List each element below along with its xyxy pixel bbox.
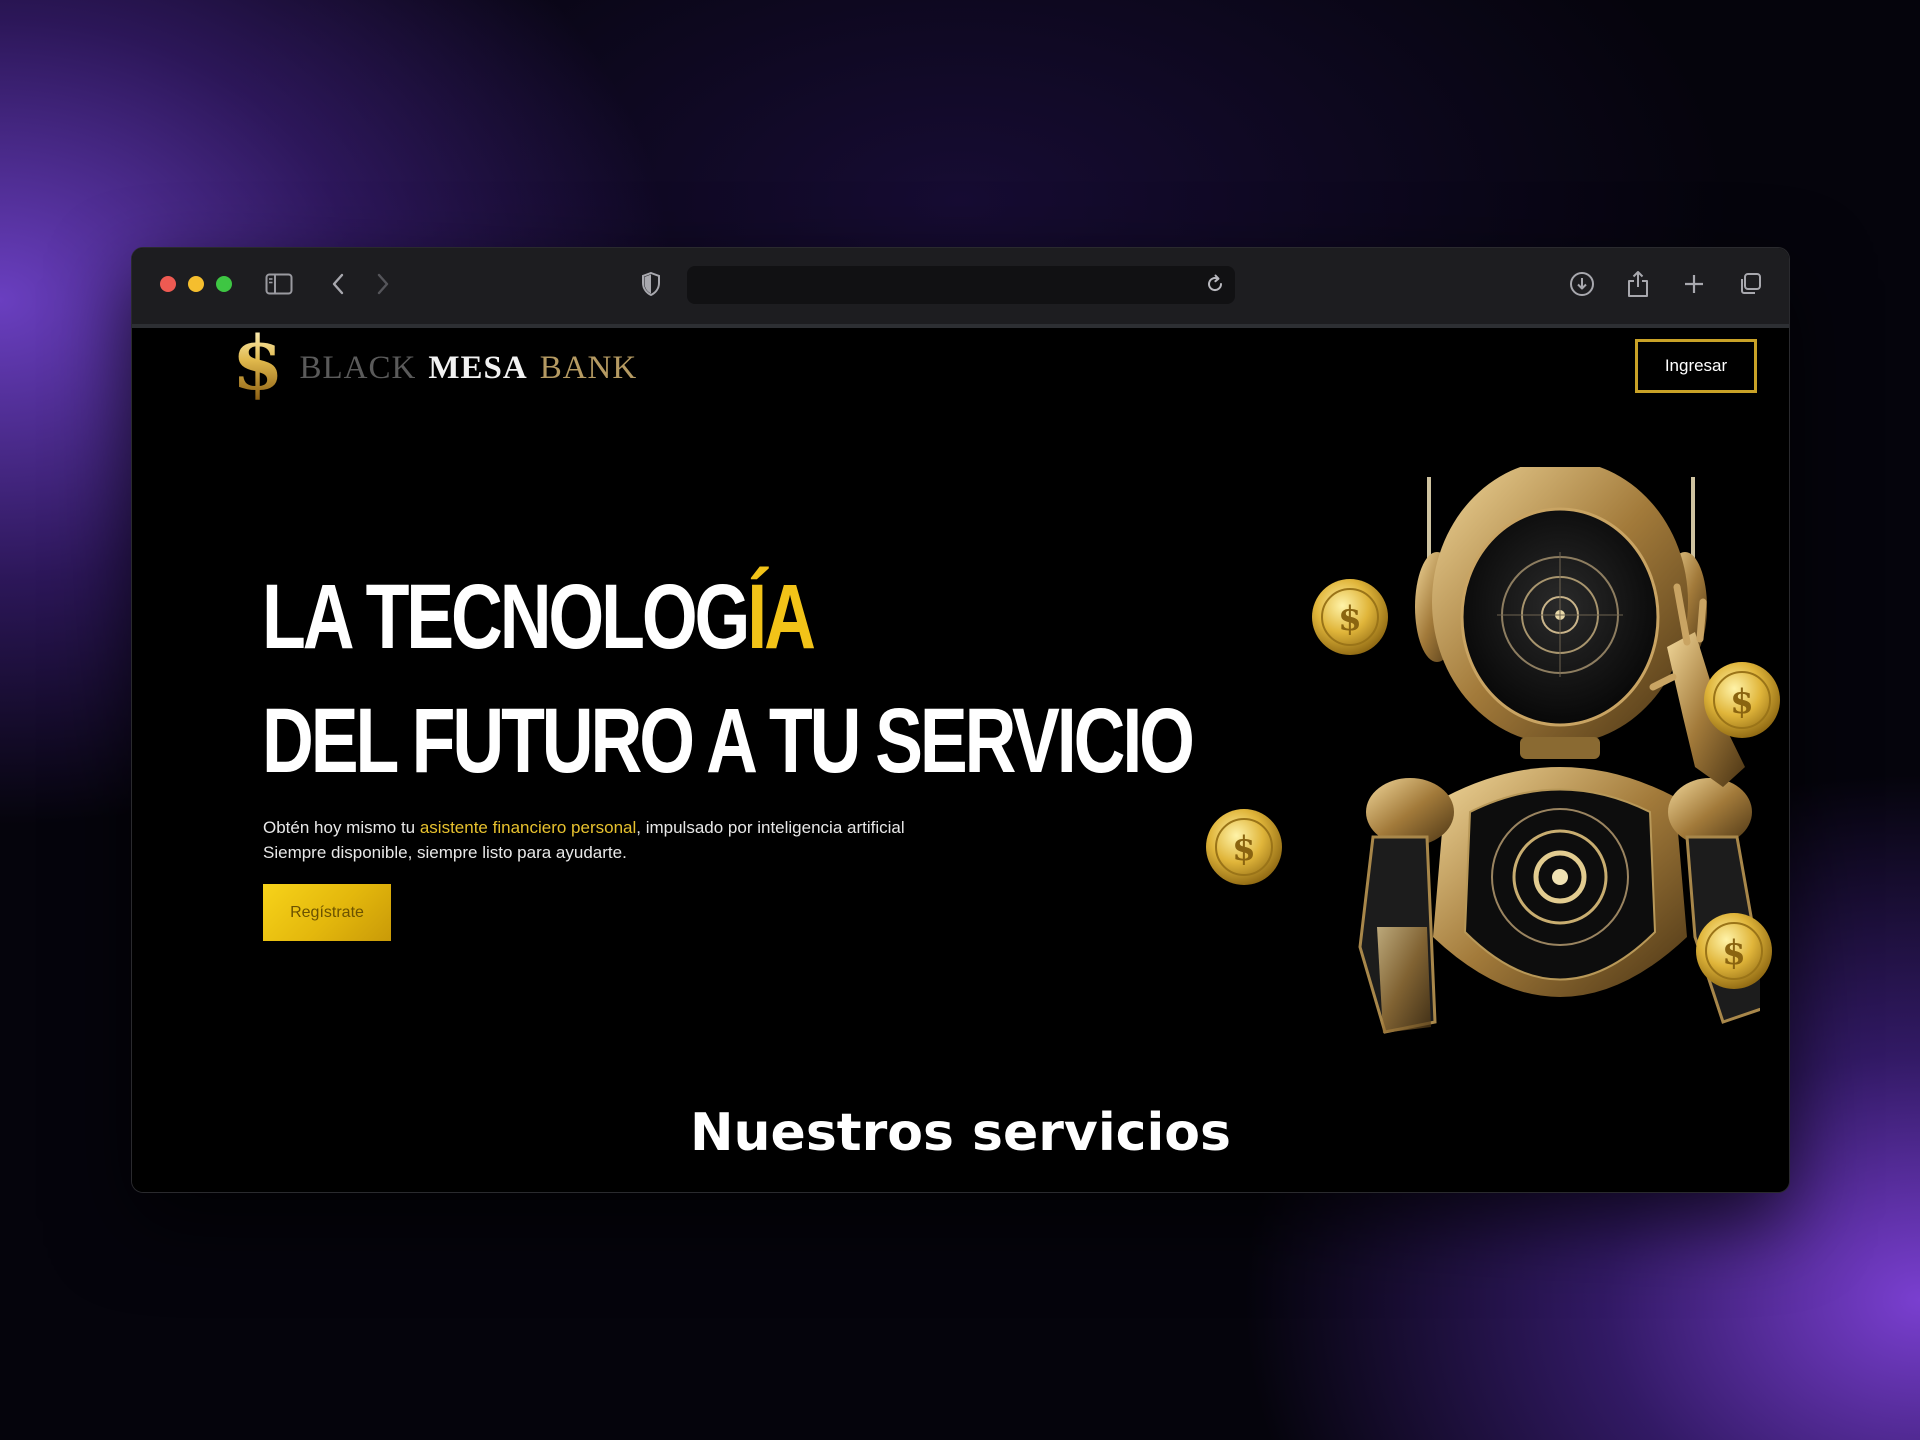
hero-title: LA TECNOLOGÍA DEL FUTURO A TU SERVICIO	[262, 555, 1195, 803]
svg-text:$: $	[1232, 829, 1256, 869]
services-heading: Nuestros servicios	[690, 1103, 1231, 1163]
browser-window: $ BLACK MESA BANK Ingresar LA TECNOLOGÍA…	[131, 247, 1790, 1193]
reload-icon[interactable]	[1203, 272, 1227, 300]
download-icon[interactable]	[1568, 270, 1596, 298]
coin-icon: $	[1704, 662, 1780, 738]
web-page: $ BLACK MESA BANK Ingresar LA TECNOLOGÍA…	[132, 321, 1789, 1192]
register-button[interactable]: Regístrate	[263, 884, 391, 941]
logo-word-bank: BANK	[539, 349, 638, 386]
address-bar[interactable]	[687, 266, 1235, 304]
site-logo[interactable]: $ BLACK MESA BANK	[232, 321, 638, 408]
hero-desc-text: Obtén hoy mismo tu	[263, 818, 420, 837]
logo-word-mesa: MESA	[428, 349, 528, 386]
back-icon[interactable]	[324, 270, 352, 298]
minimize-window-button[interactable]	[188, 276, 204, 292]
svg-text:$: $	[1338, 599, 1362, 639]
robot-illustration: $ $	[1206, 467, 1760, 1034]
sidebar-icon[interactable]	[265, 270, 293, 298]
close-window-button[interactable]	[160, 276, 176, 292]
zoom-window-button[interactable]	[216, 276, 232, 292]
svg-text:$: $	[1730, 682, 1754, 722]
svg-text:$: $	[1722, 933, 1746, 973]
forward-icon[interactable]	[369, 270, 397, 298]
hero-title-line2: DEL FUTURO A TU SERVICIO	[262, 690, 1195, 792]
hero-title-highlight: ÍA	[747, 566, 816, 668]
dollar-logo-icon: $	[232, 321, 284, 407]
hero-desc-line2: Siempre disponible, siempre listo para a…	[263, 843, 627, 862]
privacy-shield-icon[interactable]	[637, 270, 665, 298]
hero-desc-text-end: , impulsado por inteligencia artificial	[636, 818, 905, 837]
hero-title-part: LA TECNOLOG	[262, 566, 750, 668]
coin-icon: $	[1696, 913, 1772, 989]
hero-desc-highlight: asistente financiero personal	[419, 818, 637, 837]
share-icon[interactable]	[1624, 270, 1652, 298]
login-button[interactable]: Ingresar	[1635, 339, 1757, 393]
tabs-overview-icon[interactable]	[1736, 270, 1764, 298]
coin-icon: $	[1312, 579, 1388, 655]
hero-description: Obtén hoy mismo tu asistente financiero …	[263, 815, 1023, 865]
logo-word-black: BLACK	[299, 349, 417, 386]
logo-wordmark: BLACK MESA BANK	[300, 350, 638, 387]
browser-toolbar	[132, 248, 1789, 328]
coin-icon: $	[1206, 809, 1282, 885]
new-tab-icon[interactable]	[1680, 270, 1708, 298]
